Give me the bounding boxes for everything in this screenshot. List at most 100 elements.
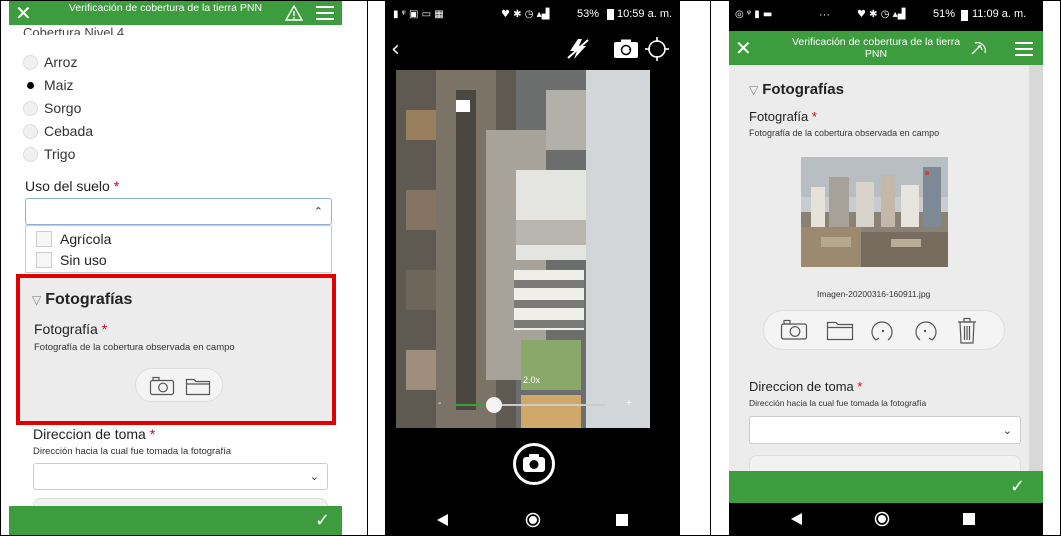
radio-button[interactable] bbox=[23, 146, 38, 162]
chevron-down-icon[interactable]: ⌄ bbox=[310, 470, 319, 483]
section-title: Fotografías bbox=[762, 81, 844, 98]
nav-recents-icon[interactable] bbox=[963, 513, 975, 525]
close-icon[interactable]: ✕ bbox=[735, 38, 752, 58]
radio-option-sorgo[interactable]: Sorgo bbox=[23, 100, 81, 116]
option-label: Agrícola bbox=[60, 231, 112, 247]
radio-option-trigo[interactable]: Trigo bbox=[23, 146, 75, 162]
radio-label: Trigo bbox=[44, 146, 76, 162]
survey-form-panel: ✕ Verificación de cobertura de la tierra… bbox=[9, 1, 342, 535]
rotate-right-icon[interactable] bbox=[912, 318, 938, 344]
status-time: 10:59 a. m. bbox=[617, 8, 673, 20]
border-divider-1 bbox=[367, 0, 368, 536]
zoom-in-icon[interactable]: + bbox=[626, 398, 632, 409]
radio-button[interactable] bbox=[23, 123, 38, 139]
radio-option-cebada[interactable]: Cebada bbox=[23, 123, 93, 139]
required-mark: * bbox=[857, 379, 863, 394]
nav-recents-icon[interactable] bbox=[616, 514, 628, 526]
zoom-slider-thumb[interactable] bbox=[486, 397, 502, 413]
bottom-toolbar: ✓ bbox=[729, 471, 1043, 503]
radio-option-maiz[interactable]: Maiz bbox=[23, 77, 74, 93]
next-field-partial bbox=[749, 455, 1021, 471]
battery-icon bbox=[607, 9, 614, 20]
radio-button-selected[interactable] bbox=[23, 77, 38, 93]
app-title: Verificación de cobertura de la tierra P… bbox=[791, 36, 961, 60]
switch-camera-icon[interactable] bbox=[613, 39, 639, 59]
menu-icon[interactable] bbox=[316, 6, 334, 20]
notification-icons: ▮ ᵠ ▣ ▭ ▦ bbox=[393, 9, 444, 20]
radio-button[interactable] bbox=[23, 54, 38, 70]
crosshair-icon[interactable] bbox=[644, 36, 670, 62]
android-nav-bar bbox=[385, 505, 680, 535]
chevron-down-icon[interactable]: ⌄ bbox=[1003, 424, 1012, 437]
option-sin-uso[interactable]: Sin uso bbox=[36, 252, 107, 268]
more-notifications: ··· bbox=[819, 9, 830, 21]
scrollbar-track[interactable] bbox=[1029, 65, 1043, 471]
zoom-slider-fill bbox=[453, 404, 488, 406]
radio-button[interactable] bbox=[23, 100, 38, 116]
direccion-hint: Dirección hacia la cual fue tomada la fo… bbox=[749, 398, 927, 408]
direccion-hint: Dirección hacia la cual fue tomada la fo… bbox=[33, 446, 232, 457]
uso-suelo-select[interactable]: ⌃ bbox=[25, 198, 332, 225]
nav-back-icon[interactable] bbox=[437, 514, 449, 526]
nav-home-icon[interactable] bbox=[525, 512, 541, 528]
menu-icon[interactable] bbox=[1015, 42, 1033, 56]
radio-label: Maiz bbox=[44, 77, 74, 93]
direccion-select[interactable]: ⌄ bbox=[749, 416, 1021, 444]
zoom-out-icon[interactable]: - bbox=[438, 398, 441, 409]
checkbox[interactable] bbox=[36, 231, 52, 247]
submit-check-icon[interactable]: ✓ bbox=[315, 510, 330, 531]
required-mark: * bbox=[149, 426, 156, 442]
bottom-toolbar: ✓ bbox=[9, 506, 342, 535]
foto-label-text: Fotografía bbox=[749, 109, 809, 124]
flash-off-icon[interactable] bbox=[566, 38, 592, 60]
nav-home-icon[interactable] bbox=[874, 511, 890, 527]
direccion-label-text: Direccion de toma bbox=[749, 379, 854, 394]
status-bar: ◎ ᵠ ▮ ▬ ··· ♥ ✱ ◷ ▴▟ 51% 11:09 a. m. bbox=[729, 1, 1043, 31]
submit-check-icon[interactable]: ✓ bbox=[1010, 476, 1025, 497]
folder-icon[interactable] bbox=[826, 319, 854, 341]
battery-percent: 51% bbox=[933, 8, 956, 20]
foto-hint: Fotografía de la cobertura observada en … bbox=[749, 128, 940, 138]
chevron-up-icon[interactable]: ⌃ bbox=[314, 205, 323, 218]
section-header[interactable]: ▽ Fotografías bbox=[749, 81, 844, 98]
status-bar: ▮ ᵠ ▣ ▭ ▦ ♥ ✱ ◷ ▴▟ 53% 10:59 a. m. bbox=[385, 8, 680, 24]
shutter-button[interactable] bbox=[513, 443, 555, 485]
camera-icon bbox=[523, 454, 545, 472]
survey-form-with-photo-panel: ◎ ᵠ ▮ ▬ ··· ♥ ✱ ◷ ▴▟ 51% 11:09 a. m. ✕ V… bbox=[729, 1, 1043, 535]
direccion-select[interactable]: ⌄ bbox=[33, 463, 328, 490]
checkbox[interactable] bbox=[36, 252, 52, 268]
nav-back-icon[interactable] bbox=[791, 513, 803, 525]
uso-suelo-options: Agrícola Sin uso bbox=[25, 225, 332, 273]
partial-field-label: Cobertura Nivel 4 bbox=[23, 25, 125, 35]
trash-icon[interactable] bbox=[956, 317, 978, 345]
android-nav-bar bbox=[729, 503, 1043, 535]
required-mark: * bbox=[113, 178, 120, 194]
camera-panel: ▮ ᵠ ▣ ▭ ▦ ♥ ✱ ◷ ▴▟ 53% 10:59 a. m. ‹ 2.0… bbox=[385, 1, 680, 535]
option-label: Sin uso bbox=[60, 252, 107, 268]
notification-icons: ◎ ᵠ ▮ ▬ bbox=[735, 9, 773, 20]
direccion-label: Direccion de toma * bbox=[33, 426, 155, 442]
satellite-signal-icon[interactable] bbox=[969, 39, 989, 57]
radio-label: Sorgo bbox=[44, 100, 82, 116]
back-arrow-icon[interactable]: ‹ bbox=[391, 37, 400, 62]
screenshot-comparison: ✕ Verificación de cobertura de la tierra… bbox=[0, 0, 1061, 536]
uso-suelo-label: Uso del suelo * bbox=[25, 178, 119, 194]
camera-icon[interactable] bbox=[780, 319, 808, 341]
app-header: ✕ Verificación de cobertura de la tierra… bbox=[729, 31, 1043, 65]
warning-icon[interactable] bbox=[285, 5, 303, 21]
collapse-triangle-icon[interactable]: ▽ bbox=[749, 83, 758, 97]
border-divider-2 bbox=[710, 0, 711, 536]
photo-thumbnail[interactable] bbox=[801, 157, 948, 267]
system-icons: ♥ ✱ ◷ ▴▟ bbox=[501, 9, 550, 20]
app-title: Verificación de cobertura de la tierra P… bbox=[68, 2, 263, 14]
radio-option-arroz[interactable]: Arroz bbox=[23, 54, 77, 70]
highlight-box bbox=[16, 274, 336, 425]
radio-label: Cebada bbox=[44, 123, 94, 139]
option-agricola[interactable]: Agrícola bbox=[36, 231, 111, 247]
zoom-level: 2.0x bbox=[523, 375, 541, 385]
close-icon[interactable]: ✕ bbox=[15, 3, 32, 23]
radio-label: Arroz bbox=[44, 54, 78, 70]
form-content: ▽ Fotografías Fotografía * Fotografía de … bbox=[729, 65, 1029, 471]
battery-percent: 53% bbox=[577, 8, 600, 20]
rotate-left-icon[interactable] bbox=[870, 318, 896, 344]
